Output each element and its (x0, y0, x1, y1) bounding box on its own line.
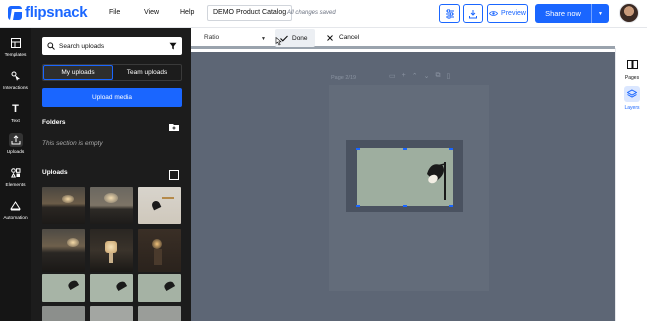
upload-thumbnail[interactable] (42, 306, 85, 321)
upload-thumbnail[interactable] (90, 187, 133, 224)
share-label: Share now (545, 9, 581, 18)
upload-thumbnail[interactable] (42, 274, 85, 302)
eye-icon (489, 11, 499, 16)
menu-view[interactable]: View (144, 9, 159, 16)
upload-thumbnail[interactable] (42, 229, 85, 272)
layers-icon (624, 86, 640, 102)
uploads-tabs: My uploads Team uploads (42, 64, 182, 81)
user-avatar[interactable] (619, 3, 639, 23)
elements-icon (9, 166, 23, 180)
crop-handle[interactable] (403, 148, 407, 150)
rail-label: Templates (4, 53, 27, 58)
right-item-layers[interactable]: Layers (616, 86, 647, 111)
upload-thumbnail[interactable] (42, 187, 85, 224)
rail-label: Uploads (6, 150, 25, 155)
settings-button[interactable] (439, 4, 460, 23)
sliders-icon (445, 8, 454, 19)
select-all-checkbox[interactable] (169, 167, 179, 185)
upload-thumbnail[interactable] (90, 306, 133, 321)
preview-button[interactable]: Preview (487, 4, 528, 23)
done-label: Done (292, 34, 308, 42)
brand-name: flipsnack (25, 4, 88, 21)
add-folder-icon[interactable] (169, 118, 179, 136)
search-uploads-field[interactable]: Search uploads (42, 37, 182, 55)
right-item-pages[interactable]: Pages (616, 56, 647, 81)
tab-my-uploads[interactable]: My uploads (43, 65, 113, 80)
rail-item-text[interactable]: T Text (0, 102, 31, 124)
share-button[interactable]: Share now ▼ (535, 4, 609, 23)
upload-media-button[interactable]: Upload media (42, 88, 182, 107)
rail-item-interactions[interactable]: Interactions (0, 69, 31, 91)
preview-label: Preview (501, 10, 526, 17)
folders-title: Folders (42, 119, 66, 126)
flipsnack-logo[interactable]: flipsnack (8, 4, 88, 21)
rail-item-uploads[interactable]: Uploads (0, 133, 31, 155)
upload-icon (8, 133, 23, 147)
cancel-button[interactable]: Cancel (327, 34, 359, 41)
cancel-label: Cancel (339, 34, 360, 41)
download-icon (469, 9, 477, 18)
crop-handle[interactable] (449, 148, 453, 150)
flipsnack-editor: flipsnack File View Help DEMO Product Ca… (0, 0, 647, 321)
rail-item-elements[interactable]: Elements (0, 166, 31, 188)
ratio-caret-icon[interactable]: ▼ (261, 36, 266, 42)
ratio-dropdown[interactable]: Ratio (204, 34, 219, 41)
rail-label: Automation (3, 216, 28, 221)
uploads-title: Uploads (42, 169, 68, 176)
move-up-icon[interactable]: ⌃ (412, 72, 418, 80)
upload-thumbnail[interactable] (138, 274, 181, 302)
cropped-image[interactable] (356, 148, 453, 207)
folders-empty-note: This section is empty (42, 140, 103, 147)
crop-handle[interactable] (356, 205, 360, 207)
upload-thumbnail[interactable] (90, 274, 133, 302)
delete-icon[interactable]: ▯ (446, 72, 450, 80)
lamp-image (357, 148, 453, 206)
templates-icon (9, 36, 23, 50)
upload-thumbnail[interactable] (90, 229, 133, 272)
flipsnack-logo-icon (8, 5, 22, 20)
upload-thumbnail[interactable] (138, 187, 181, 224)
uploads-panel: Search uploads My uploads Team uploads U… (31, 28, 191, 321)
crop-handle[interactable] (449, 205, 453, 207)
menu-file[interactable]: File (109, 9, 120, 16)
share-dropdown-caret-icon[interactable]: ▼ (591, 4, 609, 23)
upload-thumbnail[interactable] (138, 306, 181, 321)
rail-label: Text (11, 119, 20, 124)
tab-team-uploads[interactable]: Team uploads (113, 65, 181, 80)
right-item-label: Layers (624, 105, 640, 111)
text-icon: T (12, 103, 19, 115)
duplicate-icon[interactable]: ⧉ (435, 72, 440, 80)
rail-item-templates[interactable]: Templates (0, 36, 31, 58)
page-label: Page 2/19 (331, 75, 357, 81)
save-status: All changes saved (287, 10, 336, 16)
mouse-cursor-icon (275, 37, 282, 46)
rail-label: Interactions (3, 86, 28, 91)
editor-canvas[interactable]: Page 2/19 ▭ + ⌃ ⌄ ⧉ ▯ (191, 52, 615, 321)
add-page-icon[interactable]: + (402, 72, 406, 80)
menu-help[interactable]: Help (180, 9, 194, 16)
right-panel: Pages Layers (615, 48, 647, 321)
right-item-label: Pages (624, 75, 640, 81)
close-icon (327, 34, 333, 41)
crop-handle[interactable] (356, 148, 360, 150)
top-bar: flipsnack File View Help DEMO Product Ca… (0, 0, 647, 28)
filter-icon[interactable] (169, 42, 177, 50)
crop-handle[interactable] (403, 205, 407, 207)
rail-label: Elements (5, 183, 26, 188)
search-icon (47, 42, 55, 50)
interactions-icon (9, 69, 23, 83)
rail-item-automation[interactable]: Automation (0, 199, 31, 221)
pages-icon (624, 56, 640, 72)
page-tools: ▭ + ⌃ ⌄ ⧉ ▯ (389, 72, 450, 80)
left-rail: Templates Interactions T Text Uploads El… (0, 28, 31, 321)
document-title[interactable]: DEMO Product Catalog (207, 5, 293, 21)
upload-thumbnail[interactable] (138, 229, 181, 272)
search-placeholder: Search uploads (59, 42, 105, 50)
download-button[interactable] (463, 4, 483, 23)
move-down-icon[interactable]: ⌄ (424, 72, 430, 80)
automation-icon (9, 199, 23, 213)
crop-toolbar: Ratio ▼ Done Cancel (191, 28, 615, 49)
comment-icon[interactable]: ▭ (389, 72, 396, 80)
